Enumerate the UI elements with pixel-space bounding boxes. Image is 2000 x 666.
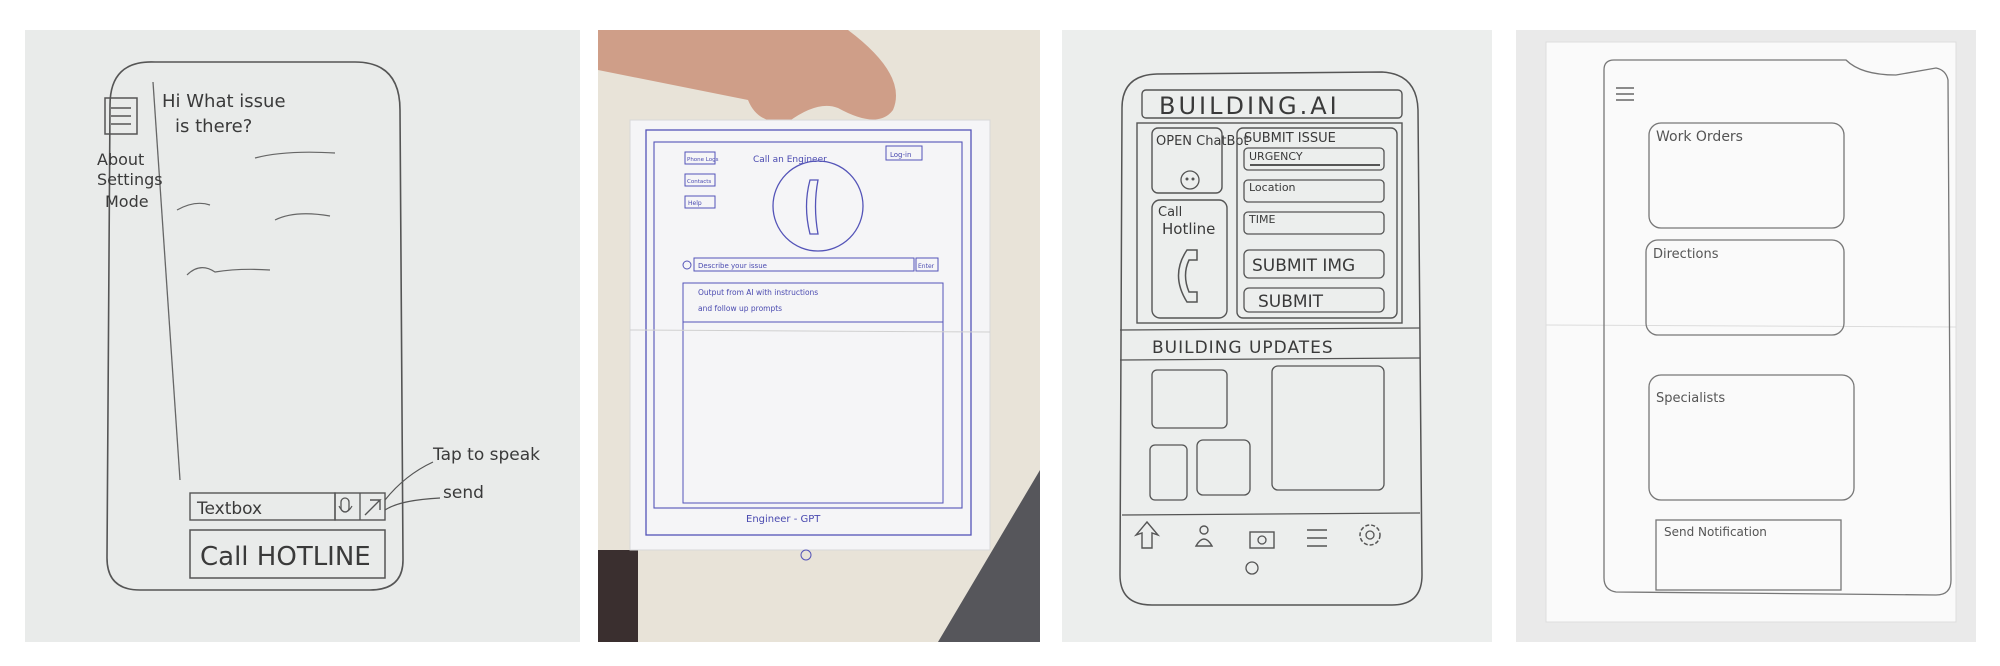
ai-output-line-2: and follow up prompts (698, 304, 782, 313)
menu-item-about[interactable]: About (97, 150, 144, 169)
call-hotline-line-1: Call (1158, 205, 1182, 220)
menu-icon[interactable] (1307, 529, 1327, 547)
ai-output-line-1: Output from AI with instructions (698, 288, 818, 297)
engineer-gpt-footer: Engineer - GPT (746, 514, 821, 525)
location-label: Location (1249, 181, 1296, 194)
greeting-line-1: Hi What issue (162, 91, 286, 112)
urgency-label: URGENCY (1249, 150, 1303, 163)
sketch-panel-engineer-gpt: Phone Logs Contacts Help Call an Enginee… (598, 30, 1040, 642)
chatbot-icon (1180, 170, 1200, 190)
login-label: Log-in (890, 151, 911, 159)
microphone-icon[interactable] (338, 497, 353, 513)
open-chatbot-label: OPEN ChatBot (1156, 134, 1249, 149)
home-icon[interactable] (1133, 520, 1161, 549)
time-label: TIME (1248, 213, 1275, 226)
app-title: BUILDING.AI (1159, 92, 1340, 120)
update-card[interactable] (1271, 365, 1385, 491)
work-orders-sketch: Work Orders Directions Specialists Send … (1545, 41, 1957, 623)
send-icon[interactable] (364, 499, 382, 516)
sketch-panel-chat: About Settings Mode Hi What issue is the… (25, 30, 580, 642)
submit-label: SUBMIT (1258, 292, 1324, 312)
submit-issue-heading: SUBMIT ISSUE (1244, 131, 1336, 146)
call-hotline-line-2: Hotline (1162, 220, 1215, 238)
menu-item-mode[interactable]: Mode (105, 192, 149, 211)
enter-label: Enter (918, 263, 935, 270)
sketch-panel-work-orders: Work Orders Directions Specialists Send … (1516, 30, 1976, 642)
textbox-label: Textbox (196, 499, 262, 519)
chat-phone-sketch: About Settings Mode Hi What issue is the… (97, 61, 540, 591)
directions-label: Directions (1653, 247, 1719, 262)
building-ai-sketch: BUILDING.AI OPEN ChatBot Call Hotline SU… (1119, 71, 1423, 606)
engineer-gpt-sketch: Phone Logs Contacts Help Call an Enginee… (598, 30, 1040, 642)
contacts-label: Contacts (687, 179, 711, 185)
sketch-panel-building-ai: BUILDING.AI OPEN ChatBot Call Hotline SU… (1062, 30, 1492, 642)
send-note: send (443, 483, 484, 503)
gear-icon[interactable] (1359, 524, 1381, 546)
greeting-line-2: is there? (175, 116, 252, 137)
phone-logs-label: Phone Logs (687, 157, 719, 163)
tap-to-speak-note: Tap to speak (432, 445, 540, 465)
submit-img-label: SUBMIT IMG (1252, 256, 1355, 276)
building-updates-heading: BUILDING UPDATES (1152, 338, 1334, 358)
camera-icon[interactable] (1249, 531, 1275, 549)
person-icon[interactable] (1194, 525, 1214, 547)
specialists-label: Specialists (1656, 391, 1725, 406)
call-engineer-header: Call an Engineer (753, 155, 827, 165)
send-notification-label: Send Notification (1664, 525, 1767, 539)
work-orders-label: Work Orders (1656, 129, 1743, 145)
phone-icon (1177, 249, 1198, 303)
update-card[interactable] (1196, 439, 1251, 496)
update-card[interactable] (1149, 444, 1188, 501)
update-card[interactable] (1151, 369, 1228, 429)
describe-issue-label: Describe your issue (698, 262, 767, 270)
help-label: Help (688, 200, 702, 207)
menu-item-settings[interactable]: Settings (97, 170, 163, 189)
call-hotline-label: Call HOTLINE (200, 542, 371, 572)
